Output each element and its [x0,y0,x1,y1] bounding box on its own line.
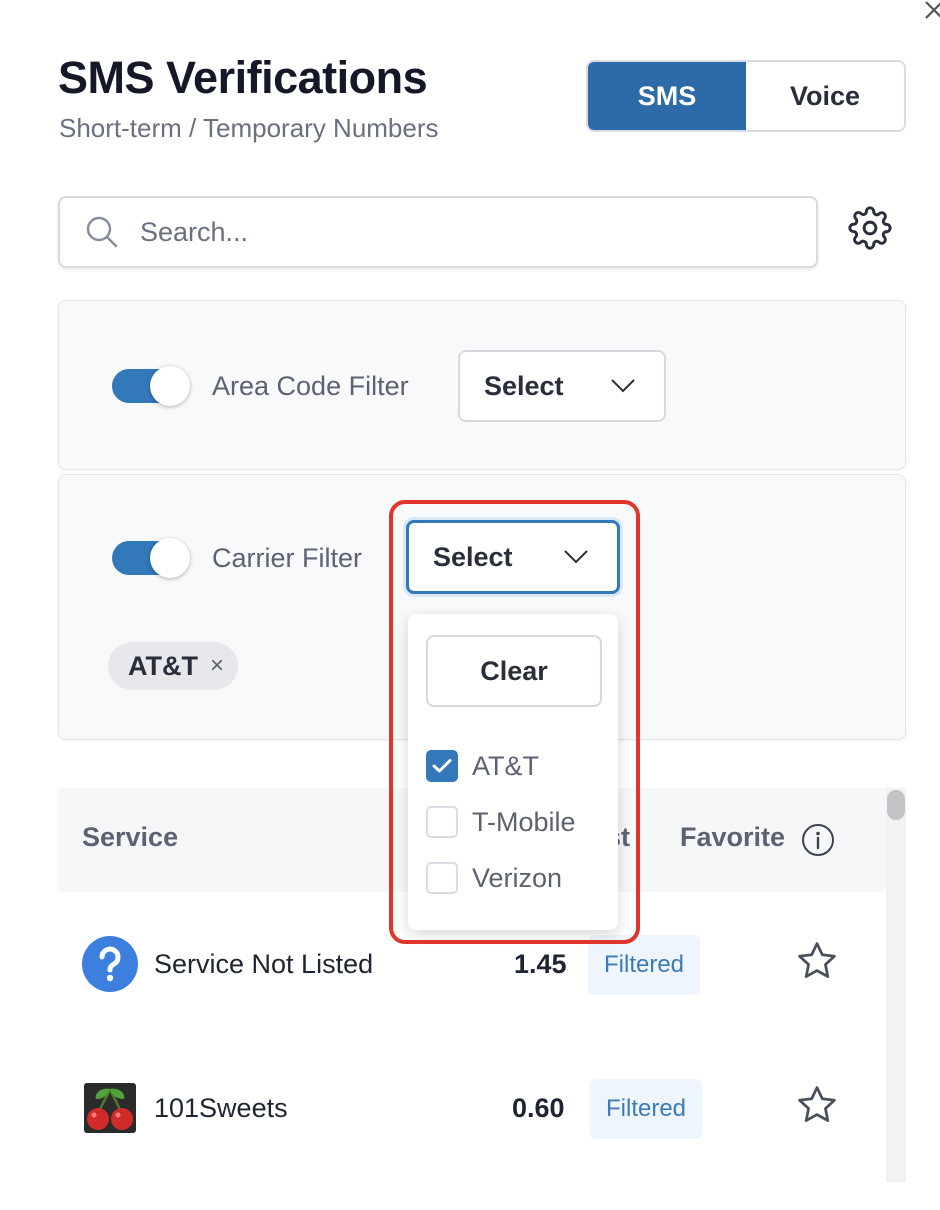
service-name: Service Not Listed [154,949,374,979]
area-code-select-label: Select [484,370,564,401]
star-icon[interactable] [795,1083,839,1127]
chip-remove-icon[interactable]: × [210,652,224,680]
carrier-option-att[interactable]: AT&T [426,750,539,782]
column-header-favorite[interactable]: Favorite [680,822,785,853]
search-input[interactable] [140,216,740,248]
question-icon [82,936,138,992]
chevron-down-icon [564,550,588,564]
page-title: SMS Verifications [58,52,428,103]
area-code-select[interactable]: Select [458,350,666,422]
checkbox[interactable] [426,806,458,838]
carrier-option-verizon[interactable]: Verizon [426,862,562,894]
area-code-filter-toggle[interactable] [112,366,190,406]
check-icon [432,759,452,773]
option-label: AT&T [472,750,539,781]
option-label: T-Mobile [472,806,576,837]
status-badge: Filtered [590,1079,703,1139]
search-icon [86,216,118,248]
cherry-icon [84,1083,136,1133]
status-badge: Filtered [588,935,701,995]
carrier-option-tmobile[interactable]: T-Mobile [426,806,576,838]
chevron-down-icon [611,379,635,393]
service-cost: 1.45 [514,949,567,979]
gear-icon[interactable] [848,206,892,250]
chip-label: AT&T [128,650,198,681]
scrollbar-track[interactable] [886,788,906,1182]
star-icon[interactable] [795,939,839,983]
column-header-service[interactable]: Service [82,822,178,853]
service-name: 101Sweets [154,1093,288,1123]
carrier-select[interactable]: Select [406,520,620,594]
voice-tab[interactable]: Voice [746,62,904,130]
close-icon[interactable] [918,0,940,24]
sms-tab[interactable]: SMS [588,62,746,130]
info-icon[interactable] [801,823,835,857]
area-code-filter-label: Area Code Filter [212,371,409,401]
search-box [58,196,818,268]
service-cost: 0.60 [512,1093,565,1123]
checkbox-checked[interactable] [426,750,458,782]
page-subtitle: Short-term / Temporary Numbers [59,113,439,143]
option-label: Verizon [472,862,563,893]
scrollbar-thumb[interactable] [887,790,905,820]
clear-button[interactable]: Clear [426,635,602,707]
carrier-filter-toggle[interactable] [112,538,190,578]
carrier-select-label: Select [433,541,513,572]
checkbox[interactable] [426,862,458,894]
carrier-chip-att: AT&T × [108,642,238,690]
mode-toggle: SMS Voice [586,60,906,132]
carrier-filter-label: Carrier Filter [212,543,363,573]
